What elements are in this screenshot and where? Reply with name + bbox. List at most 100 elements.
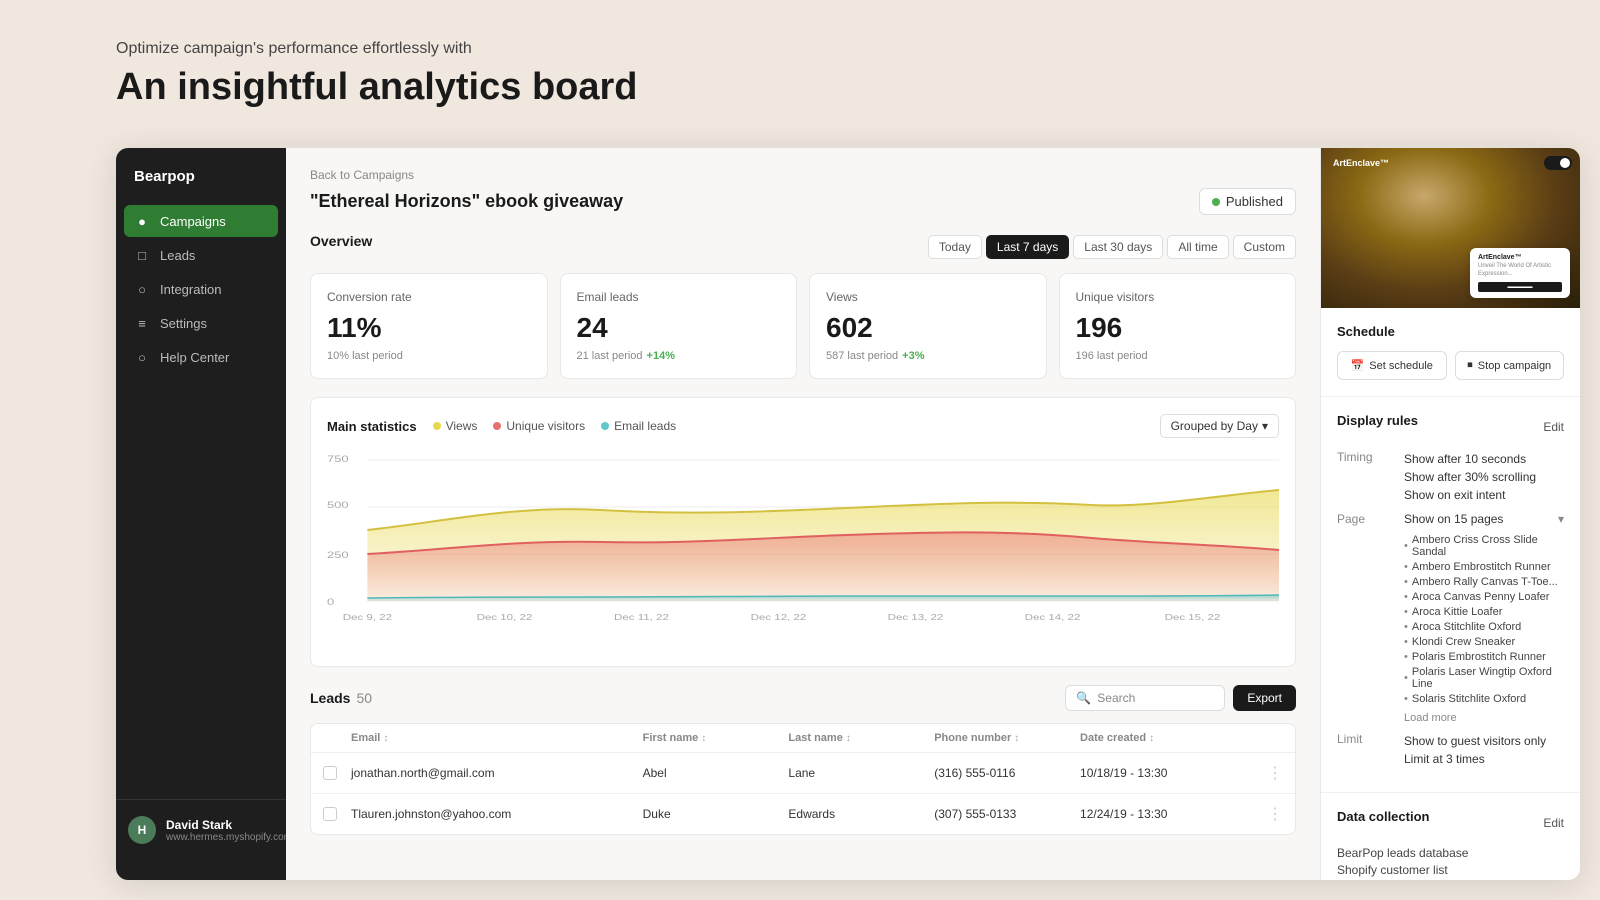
page-list: Ambero Criss Cross Slide Sandal Ambero E… (1404, 532, 1564, 706)
chart-title: Main statistics (327, 419, 417, 434)
load-more-link[interactable]: Load more (1404, 712, 1564, 724)
preview-toggle (1544, 156, 1572, 170)
group-by-button[interactable]: Grouped by Day ▾ (1160, 414, 1279, 438)
email-dot (601, 422, 609, 430)
stat-label: Views (826, 290, 1030, 304)
table-row: jonathan.north@gmail.com Abel Lane (316)… (311, 753, 1295, 794)
stop-campaign-button[interactable]: ⏹ Stop campaign (1455, 351, 1565, 380)
sidebar-item-label: Integration (160, 282, 221, 297)
stat-value: 24 (577, 312, 781, 344)
sidebar-item-help[interactable]: ○ Help Center (124, 341, 278, 373)
chart-legend: Views Unique visitors Email leads (433, 419, 677, 433)
cell-firstname: Abel (643, 766, 789, 780)
search-placeholder: Search (1097, 691, 1135, 705)
integration-icon: ○ (134, 281, 150, 297)
display-rules-edit[interactable]: Edit (1543, 420, 1564, 434)
sidebar-item-integration[interactable]: ○ Integration (124, 273, 278, 305)
row-menu-button[interactable]: ⋮ (1255, 804, 1283, 824)
svg-text:Dec 14, 22: Dec 14, 22 (1025, 614, 1081, 623)
cell-date: 10/18/19 - 13:30 (1080, 766, 1255, 780)
legend-views: Views (433, 419, 478, 433)
views-dot (433, 422, 441, 430)
time-btn-7days[interactable]: Last 7 days (986, 235, 1069, 259)
svg-text:Dec 15, 22: Dec 15, 22 (1165, 614, 1221, 623)
set-schedule-button[interactable]: 📅 Set schedule (1337, 351, 1447, 380)
cell-phone: (316) 555-0116 (934, 766, 1080, 780)
calendar-icon: 📅 (1351, 359, 1365, 372)
sidebar-brand: Bearpop (116, 168, 286, 205)
stat-label: Email leads (577, 290, 781, 304)
user-name: David Stark (166, 818, 292, 832)
cell-email: Tlauren.johnston@yahoo.com (351, 807, 643, 821)
row-checkbox[interactable] (323, 807, 337, 821)
data-collection-edit[interactable]: Edit (1543, 816, 1564, 830)
display-rules-header: Display rules Edit (1337, 413, 1564, 440)
stat-label: Unique visitors (1076, 290, 1280, 304)
hero-title: An insightful analytics board (116, 66, 638, 109)
cell-email: jonathan.north@gmail.com (351, 766, 643, 780)
search-box[interactable]: 🔍 Search (1065, 685, 1225, 711)
list-item: Klondi Crew Sneaker (1404, 634, 1564, 649)
sort-icon: ↕ (1014, 733, 1019, 744)
campaign-title: "Ethereal Horizons" ebook giveaway (310, 191, 623, 212)
main-content: Back to Campaigns "Ethereal Horizons" eb… (286, 148, 1320, 880)
svg-text:Dec 9, 22: Dec 9, 22 (343, 614, 393, 623)
leads-count: 50 (356, 690, 372, 706)
popup-subtitle: Unveil The World Of Artistic Expression.… (1478, 263, 1562, 279)
leads-actions: 🔍 Search Export (1065, 685, 1296, 711)
user-info: David Stark www.hermes.myshopify.com (166, 818, 292, 843)
svg-text:250: 250 (327, 551, 349, 561)
sidebar-nav: ● Campaigns □ Leads ○ Integration ≡ Sett… (116, 205, 286, 799)
sidebar-item-label: Leads (160, 248, 195, 263)
stop-campaign-label: Stop campaign (1478, 360, 1551, 372)
time-btn-30days[interactable]: Last 30 days (1073, 235, 1163, 259)
sidebar-item-campaigns[interactable]: ● Campaigns (124, 205, 278, 237)
chevron-down-icon: ▾ (1262, 419, 1268, 433)
preview-brand-label: ArtEnclave™ (1333, 158, 1389, 168)
sidebar-item-label: Help Center (160, 350, 229, 365)
sidebar-item-leads[interactable]: □ Leads (124, 239, 278, 271)
col-firstname: First name ↕ (643, 732, 789, 744)
sidebar-user-section: H David Stark www.hermes.myshopify.com (116, 799, 286, 860)
svg-text:0: 0 (327, 598, 334, 608)
display-rules-section: Display rules Edit Timing Show after 10 … (1321, 397, 1580, 793)
list-item: Aroca Kittie Loafer (1404, 604, 1564, 619)
stat-change: +3% (902, 350, 924, 362)
status-label: Published (1226, 194, 1283, 209)
stat-meta: 21 last period +14% (577, 350, 781, 362)
row-checkbox[interactable] (323, 766, 337, 780)
stat-value: 196 (1076, 312, 1280, 344)
sidebar-item-settings[interactable]: ≡ Settings (124, 307, 278, 339)
sort-icon: ↕ (383, 733, 388, 744)
app-container: Bearpop ● Campaigns □ Leads ○ Integratio… (116, 148, 1580, 880)
col-date: Date created ↕ (1080, 732, 1255, 744)
stat-label: Conversion rate (327, 290, 531, 304)
stat-meta: 196 last period (1076, 350, 1280, 362)
timing-label: Timing (1337, 450, 1392, 504)
time-btn-custom[interactable]: Custom (1233, 235, 1296, 259)
cell-firstname: Duke (643, 807, 789, 821)
back-link[interactable]: Back to Campaigns (310, 168, 1296, 182)
export-button[interactable]: Export (1233, 685, 1296, 711)
time-btn-alltime[interactable]: All time (1167, 235, 1228, 259)
user-email: www.hermes.myshopify.com (166, 832, 292, 843)
leads-title: Leads (310, 690, 350, 706)
data-collection-title: Data collection (1337, 809, 1429, 824)
popup-cta: ▬▬▬▬▬ (1478, 282, 1562, 292)
stat-value: 602 (826, 312, 1030, 344)
page-details: Show on 15 pages ▾ Ambero Criss Cross Sl… (1404, 512, 1564, 724)
cell-lastname: Lane (788, 766, 934, 780)
toggle-dot (1560, 158, 1570, 168)
overview-title: Overview (310, 233, 372, 249)
list-item: Aroca Stitchlite Oxford (1404, 619, 1564, 634)
stop-icon: ⏹ (1467, 359, 1473, 372)
leads-icon: □ (134, 247, 150, 263)
overview-header: Overview Today Last 7 days Last 30 days … (310, 233, 1296, 261)
legend-email-leads: Email leads (601, 419, 676, 433)
list-item: Ambero Criss Cross Slide Sandal (1404, 532, 1564, 559)
time-btn-today[interactable]: Today (928, 235, 982, 259)
campaigns-icon: ● (134, 213, 150, 229)
stat-conversion: Conversion rate 11% 10% last period (310, 273, 548, 379)
list-item: Polaris Laser Wingtip Oxford Line (1404, 664, 1564, 691)
row-menu-button[interactable]: ⋮ (1255, 763, 1283, 783)
